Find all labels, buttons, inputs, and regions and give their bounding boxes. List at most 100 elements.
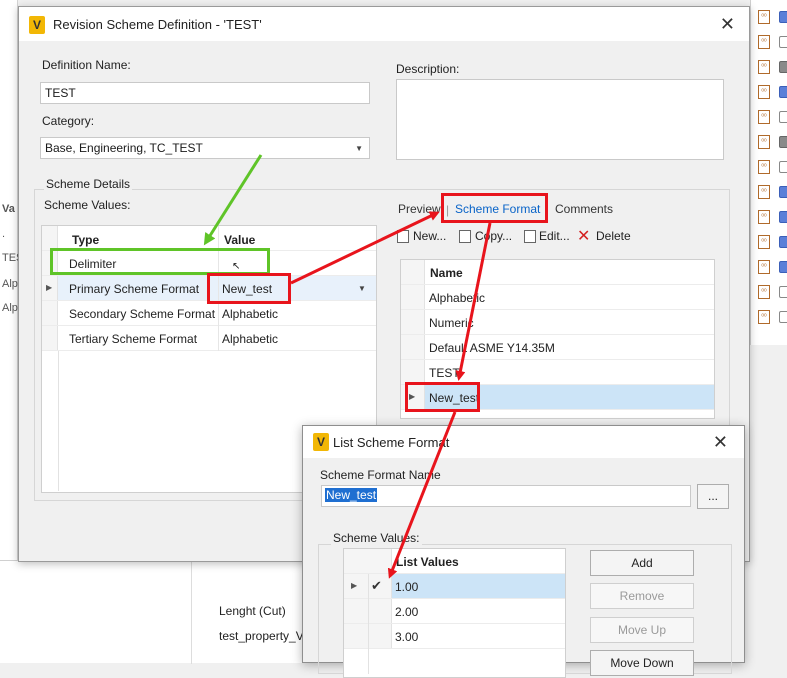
new-button[interactable]: New...: [413, 229, 446, 243]
table-row[interactable]: Secondary Scheme Format Alphabetic: [42, 301, 376, 326]
green-highlight-box: [50, 248, 270, 275]
dialog-title-bar: V List Scheme Format ✕: [303, 426, 744, 458]
chevron-down-icon[interactable]: ▼: [358, 284, 366, 293]
document-icon: ᵒᵒ: [758, 135, 770, 149]
table-row[interactable]: Tertiary Scheme Format Alphabetic: [42, 326, 376, 351]
definition-name-input[interactable]: TEST: [40, 82, 370, 104]
table-row[interactable]: 3.00: [344, 624, 565, 649]
row-pointer-icon: ▶: [46, 283, 53, 292]
type-cell: Tertiary Scheme Format: [69, 332, 198, 346]
value-cell[interactable]: Alphabetic: [222, 307, 278, 321]
tab-comments[interactable]: Comments: [555, 202, 613, 216]
red-highlight-box: [405, 382, 480, 412]
format-name: TEST: [429, 366, 460, 380]
edit-icon: [524, 230, 536, 243]
property-name: Lenght (Cut): [219, 604, 286, 618]
delete-icon: ✕: [577, 228, 591, 245]
column-header-list-values: List Values: [396, 555, 459, 569]
bg-column-header: Va: [2, 203, 15, 215]
list-item[interactable]: Alphabetic: [401, 285, 714, 310]
type-cell: Secondary Scheme Format: [69, 307, 216, 321]
column-header-name: Name: [430, 266, 463, 280]
status-icon: [779, 236, 787, 248]
grid-header: List Values: [344, 549, 565, 574]
list-value[interactable]: 2.00: [395, 605, 418, 619]
category-label: Category:: [42, 114, 95, 128]
status-icon: [779, 186, 787, 198]
document-icon: ᵒᵒ: [758, 110, 770, 124]
grid-divider: [58, 351, 59, 491]
add-button[interactable]: Add: [590, 550, 694, 576]
status-icon: [779, 211, 787, 223]
close-icon[interactable]: ✕: [720, 15, 735, 33]
red-highlight-box: [441, 193, 548, 223]
format-name: Alphabetic: [429, 291, 486, 305]
vault-app-icon: V: [29, 16, 45, 34]
list-values-grid: List Values ▶ ✔ 1.00 2.00 3.00: [343, 548, 566, 678]
red-highlight-box: [207, 273, 291, 304]
close-icon[interactable]: ✕: [713, 433, 728, 451]
column-header-value: Value: [224, 233, 256, 247]
bg-cell: Alp: [2, 278, 18, 290]
type-cell: Primary Scheme Format: [69, 282, 200, 296]
document-icon: ᵒᵒ: [758, 160, 770, 174]
document-icon: ᵒᵒ: [758, 10, 770, 24]
table-row[interactable]: 2.00: [344, 599, 565, 624]
list-value[interactable]: 3.00: [395, 630, 418, 644]
property-name: test_property_V(: [219, 629, 308, 643]
delete-button[interactable]: Delete: [596, 229, 631, 243]
status-icon: [779, 61, 787, 73]
status-icon: [779, 311, 787, 323]
scheme-values-label: Scheme Values:: [331, 531, 422, 545]
document-icon: ᵒᵒ: [758, 235, 770, 249]
copy-button[interactable]: Copy...: [475, 229, 512, 243]
definition-name-label: Definition Name:: [42, 58, 131, 72]
document-icon: ᵒᵒ: [758, 210, 770, 224]
description-label: Description:: [396, 62, 460, 76]
scheme-details-label: Scheme Details: [44, 177, 133, 191]
status-icon: [779, 161, 787, 173]
remove-button[interactable]: Remove: [590, 583, 694, 609]
status-icon: [779, 111, 787, 123]
tab-preview[interactable]: Preview: [398, 202, 441, 216]
table-row[interactable]: ▶ ✔ 1.00: [344, 574, 565, 599]
status-icon: [779, 11, 787, 23]
scheme-format-name-label: Scheme Format Name: [320, 468, 441, 482]
document-icon: ᵒᵒ: [758, 310, 770, 324]
format-name: Default ASME Y14.35M: [429, 341, 555, 355]
checkmark-icon: ✔: [371, 578, 382, 593]
dialog-title: List Scheme Format: [333, 435, 450, 450]
description-textarea[interactable]: [396, 79, 724, 160]
list-scheme-format-dialog: V List Scheme Format ✕ Scheme Format Nam…: [302, 425, 745, 678]
background-right-list: ᵒᵒ ᵒᵒ ᵒᵒ ᵒᵒ ᵒᵒ ᵒᵒ ᵒᵒ ᵒᵒ ᵒᵒ ᵒᵒ ᵒᵒ ᵒᵒ ᵒᵒ: [750, 0, 787, 345]
status-icon: [779, 286, 787, 298]
document-icon: ᵒᵒ: [758, 35, 770, 49]
value-cell[interactable]: Alphabetic: [222, 332, 278, 346]
list-item[interactable]: Numeric: [401, 310, 714, 335]
status-icon: [779, 86, 787, 98]
selected-text: New_test: [325, 488, 378, 502]
scheme-values-label: Scheme Values:: [44, 198, 131, 212]
dialog-title: Revision Scheme Definition - 'TEST': [53, 17, 262, 32]
scheme-format-name-input[interactable]: New_test: [321, 485, 691, 507]
divider: [191, 561, 192, 664]
format-name: Numeric: [429, 316, 474, 330]
row-pointer-icon: ▶: [351, 581, 358, 590]
document-icon: ᵒᵒ: [758, 185, 770, 199]
copy-icon: [459, 230, 471, 243]
bg-cell: Alp: [2, 302, 18, 314]
status-icon: [779, 136, 787, 148]
dialog-title-bar: V Revision Scheme Definition - 'TEST' ✕: [19, 7, 749, 41]
list-item[interactable]: Default ASME Y14.35M: [401, 335, 714, 360]
list-value[interactable]: 1.00: [395, 580, 418, 594]
category-dropdown[interactable]: Base, Engineering, TC_TEST ▼: [40, 137, 370, 159]
status-icon: [779, 261, 787, 273]
move-up-button[interactable]: Move Up: [590, 617, 694, 643]
category-value: Base, Engineering, TC_TEST: [45, 141, 203, 155]
edit-button[interactable]: Edit...: [539, 229, 570, 243]
move-down-button[interactable]: Move Down: [590, 650, 694, 676]
vault-app-icon: V: [313, 433, 329, 451]
browse-button[interactable]: ...: [697, 484, 729, 509]
bg-cell: .: [2, 228, 6, 240]
column-header-type: Type: [72, 233, 100, 247]
